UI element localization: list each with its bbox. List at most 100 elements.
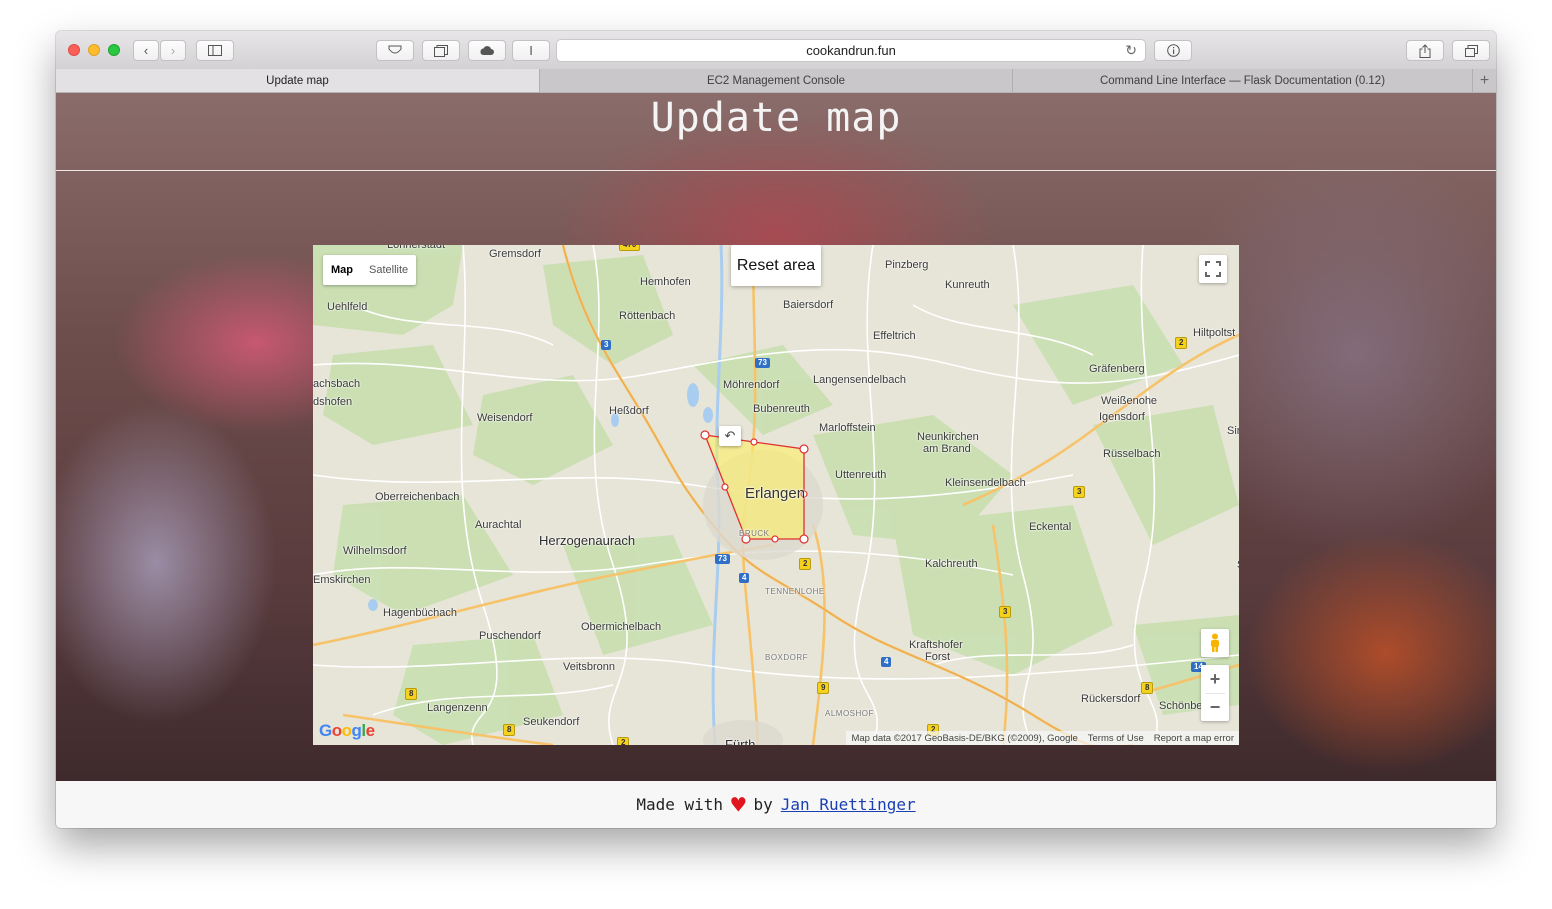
cloud-icon [480,46,494,55]
share-button[interactable] [1406,40,1444,61]
map-type-control: Map Satellite [323,255,417,285]
page-content: Update map 3 73 2 3 73 4 2 3 4 9 14 8 8 … [56,93,1496,781]
road-shield: 470 [619,245,641,251]
back-button[interactable]: ‹ [133,40,159,61]
google-logo: Google [319,721,375,740]
place-label: Forst [925,651,951,663]
place-label: Seukendorf [523,716,580,728]
place-label: Oberreichenbach [375,491,460,503]
tab-ec2-console[interactable]: EC2 Management Console [540,69,1013,92]
place-label: Langenzenn [427,702,488,714]
place-label: Hagenbüchach [383,607,458,619]
fullscreen-button[interactable] [1199,255,1227,283]
place-label: Kunreuth [945,279,990,291]
place-label: am Brand [923,443,971,455]
map-type-map-button[interactable]: Map [323,255,361,285]
place-label: Weisendorf [477,412,533,424]
zoom-out-button[interactable]: − [1201,693,1229,721]
reader-button[interactable]: I [512,40,550,61]
map-attribution: Map data ©2017 GeoBasis-DE/BKG (©2009), … [846,731,1239,745]
chevron-left-icon: ‹ [143,43,149,58]
tab-flask-docs[interactable]: Command Line Interface — Flask Documenta… [1013,69,1473,92]
tabs-overview-button[interactable] [422,40,460,61]
road-shield: 73 [715,554,730,564]
tabs-icon [434,44,448,57]
street-view-pegman[interactable] [1201,629,1229,657]
place-label: Hiltpoltst [1193,327,1236,339]
tabs-grid-icon [1464,44,1478,57]
map-type-satellite-button[interactable]: Satellite [361,255,416,285]
undo-edit-button[interactable]: ↶ [719,426,741,446]
tab-bar: Update map EC2 Management Console Comman… [56,69,1496,93]
place-label: Uehlfeld [327,301,368,313]
road-shield: 2 [1175,337,1188,349]
place-label: Sch [1237,559,1239,571]
pocket-icon [388,45,402,54]
report-map-error-link[interactable]: Report a map error [1154,733,1234,744]
minimize-window-button[interactable] [88,44,100,56]
place-label: Röttenbach [619,310,676,322]
road-shield: 73 [755,358,770,368]
place-label: Möhrendorf [723,379,780,391]
reload-icon[interactable]: ↻ [1125,42,1137,59]
zoom-window-button[interactable] [108,44,120,56]
sidebar-button[interactable] [196,40,234,61]
tab-update-map[interactable]: Update map [56,69,540,92]
share-icon [1419,43,1431,58]
undo-icon: ↶ [724,428,736,443]
close-window-button[interactable] [68,44,80,56]
road-shield: 3 [1073,486,1086,498]
place-label: Rückersdorf [1081,693,1141,705]
place-label: Gräfenberg [1089,363,1145,375]
page-footer: Made with ♥ by Jan Ruettinger [56,781,1496,828]
place-label: Gremsdorf [489,248,541,260]
place-label: Wilhelmsdorf [343,545,407,557]
road-shield: 8 [405,688,418,700]
place-label: Puschendorf [479,630,541,642]
place-label: Hemhofen [640,276,691,288]
place-label: Aurachtal [475,519,522,531]
place-label: ALMOSHOF [825,709,874,718]
title-divider [56,170,1496,171]
place-label: BOXDORF [765,653,809,662]
tab-label: Update map [266,74,329,87]
author-link[interactable]: Jan Ruettinger [781,795,916,814]
place-label: Rüsselbach [1103,448,1161,460]
zoom-control: + − [1201,665,1229,721]
road-shield: 4 [739,573,750,583]
address-bar[interactable]: cookandrun.fun ↻ [556,39,1146,62]
road-shield: 3 [999,606,1012,618]
reset-area-button[interactable]: Reset area [731,245,821,286]
place-label: Baiersdorf [783,299,834,311]
map-data-credit: Map data ©2017 GeoBasis-DE/BKG (©2009), … [851,732,1078,744]
place-label: Heßdorf [609,405,649,417]
map-view[interactable]: 4703732373423491488822 GremsdorfHemhofen… [313,245,1239,745]
info-button[interactable] [1154,40,1192,61]
road-shield: 4 [881,657,892,667]
tab-label: Command Line Interface — Flask Documenta… [1099,74,1386,87]
place-label: Eckental [1029,521,1072,533]
place-label: Obermichelbach [581,621,662,633]
browser-window: ‹ › I cookandrun.fun ↻ Update map EC2 Ma… [56,31,1496,828]
place-label: Kleinsendelbach [945,477,1026,489]
road-shield: 2 [799,558,812,570]
place-label: Erlangen [745,485,806,502]
info-icon [1166,44,1180,57]
road-shield: 2 [617,737,630,745]
zoom-in-button[interactable]: + [1201,665,1229,693]
place-label: Marloffstein [819,422,876,434]
pocket-button[interactable] [376,40,414,61]
place-label: Pinzberg [885,259,929,271]
place-label: Emskirchen [313,574,371,586]
place-label: Weißenohe [1101,395,1158,407]
road-shield: 8 [1141,682,1154,694]
place-label: Veitsbronn [563,661,615,673]
terms-of-use-link[interactable]: Terms of Use [1088,733,1144,744]
forward-button[interactable]: › [160,40,186,61]
show-all-tabs-button[interactable] [1452,40,1490,61]
url-text: cookandrun.fun [806,43,896,58]
place-label: Schönbe [1159,700,1203,712]
sidebar-icon [208,45,222,56]
new-tab-button[interactable]: + [1473,69,1496,92]
cloud-button[interactable] [468,40,506,61]
